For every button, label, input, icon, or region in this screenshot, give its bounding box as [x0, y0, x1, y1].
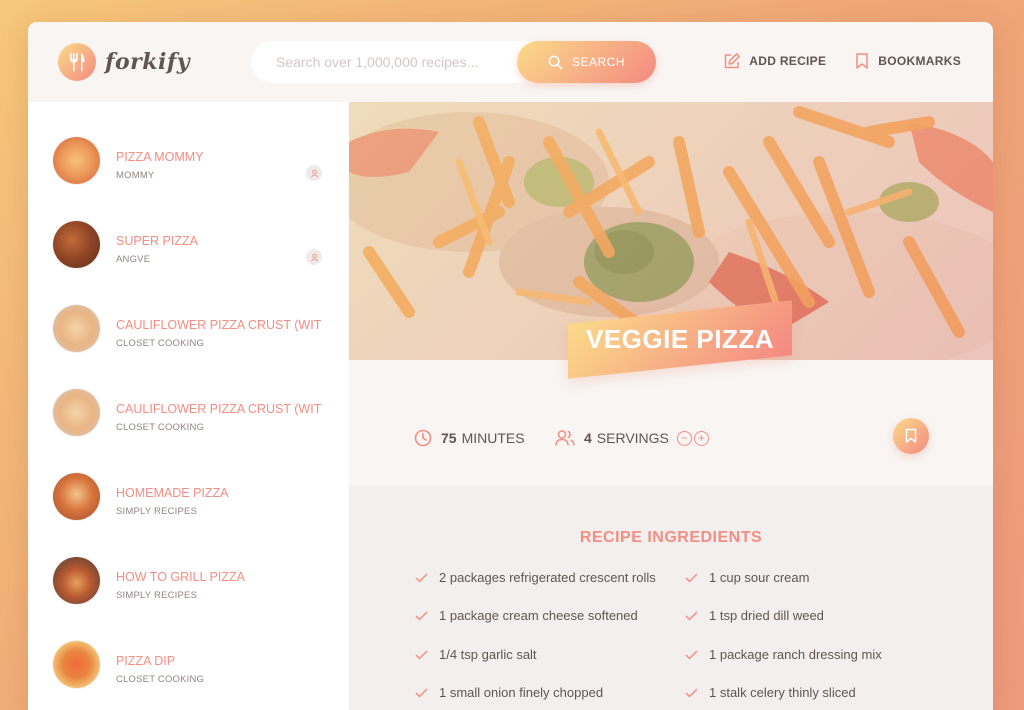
check-icon	[685, 687, 698, 698]
result-title: CAULIFLOWER PIZZA CRUST (WIT...	[116, 318, 321, 332]
result-item[interactable]: PIZZA DIP CLOSET COOKING	[28, 623, 349, 707]
check-icon	[415, 649, 428, 660]
cooking-time: 75 MINUTES	[414, 429, 525, 447]
logo[interactable]: forkify	[58, 43, 190, 81]
app-container: forkify SEARCH ADD RECIPE	[28, 22, 993, 710]
add-recipe-button[interactable]: ADD RECIPE	[723, 52, 826, 70]
recipe-ingredients: RECIPE INGREDIENTS 2 packages refrigerat…	[349, 486, 993, 710]
search-button-label: SEARCH	[571, 55, 625, 69]
result-publisher: SIMPLY RECIPES	[116, 590, 198, 601]
search-results: PIZZA MOMMY MOMMY SUPER PIZZA ANGVE CAUL…	[28, 102, 349, 710]
users-icon	[555, 430, 575, 446]
ingredient-item: 1/4 tsp garlic salt	[415, 647, 537, 662]
increase-servings-icon[interactable]: +	[693, 430, 709, 446]
result-item[interactable]: HOW TO GRILL PIZZA SIMPLY RECIPES	[28, 539, 349, 623]
search-button[interactable]: SEARCH	[517, 41, 656, 83]
decrease-servings-icon[interactable]: −	[676, 430, 692, 446]
recipe-thumbnail	[53, 641, 100, 688]
result-title: HOMEMADE PIZZA	[116, 486, 229, 500]
bookmarks-button[interactable]: BOOKMARKS	[854, 52, 961, 70]
recipe-thumbnail	[53, 305, 100, 352]
bookmark-icon	[905, 428, 917, 443]
bookmarks-label: BOOKMARKS	[878, 54, 961, 68]
result-title: HOW TO GRILL PIZZA	[116, 570, 245, 584]
check-icon	[415, 610, 428, 621]
bookmark-icon	[856, 53, 869, 69]
ingredient-item: 1 package ranch dressing mix	[685, 647, 882, 662]
ingredients-heading: RECIPE INGREDIENTS	[579, 529, 763, 546]
servings: 4 SERVINGS − +	[555, 429, 711, 447]
edit-icon	[725, 53, 741, 69]
user-generated-icon	[306, 249, 322, 265]
ingredient-item: 2 packages refrigerated crescent rolls	[415, 570, 656, 585]
recipe-view: VEGGIE PIZZA 75 MINUTES 4 SERVINGS − + R…	[349, 102, 993, 710]
result-item[interactable]: CAULIFLOWER PIZZA CRUST (WIT... CLOSET C…	[28, 287, 349, 371]
servings-unit: SERVINGS	[596, 430, 669, 446]
result-publisher: CLOSET COOKING	[116, 674, 205, 685]
logo-text: forkify	[105, 49, 191, 75]
result-item[interactable]: SUPER PIZZA ANGVE	[28, 203, 349, 287]
search-input[interactable]	[276, 54, 516, 70]
result-item[interactable]: HOMEMADE PIZZA SIMPLY RECIPES	[28, 455, 349, 539]
user-generated-icon	[306, 165, 322, 181]
result-publisher: ANGVE	[116, 254, 151, 265]
servings-value: 4	[584, 430, 592, 446]
check-icon	[415, 687, 428, 698]
check-icon	[685, 572, 698, 583]
recipe-thumbnail	[53, 473, 100, 520]
ingredient-item: 1 stalk celery thinly sliced	[685, 685, 856, 700]
recipe-details: 75 MINUTES 4 SERVINGS − +	[349, 360, 993, 486]
result-publisher: SIMPLY RECIPES	[116, 506, 198, 517]
bookmark-recipe-button[interactable]	[893, 418, 929, 454]
result-title: CAULIFLOWER PIZZA CRUST (WIT...	[116, 402, 321, 416]
recipe-thumbnail	[53, 557, 100, 604]
minutes-unit: MINUTES	[461, 430, 525, 446]
result-publisher: CLOSET COOKING	[116, 338, 205, 349]
result-publisher: MOMMY	[116, 170, 155, 181]
check-icon	[685, 610, 698, 621]
result-title: PIZZA MOMMY	[116, 150, 204, 164]
recipe-thumbnail	[53, 221, 100, 268]
recipe-thumbnail	[53, 137, 100, 184]
recipe-title: VEGGIE PIZZA	[586, 324, 775, 354]
result-title: PIZZA DIP	[116, 654, 176, 668]
search-form: SEARCH	[251, 41, 656, 83]
result-publisher: CLOSET COOKING	[116, 422, 205, 433]
search-icon	[548, 55, 563, 69]
ingredient-item: 1 tsp dried dill weed	[685, 608, 824, 623]
result-item[interactable]: PIZZA MOMMY MOMMY	[28, 119, 349, 203]
result-item[interactable]: CAULIFLOWER PIZZA CRUST (WIT... CLOSET C…	[28, 371, 349, 455]
header: forkify SEARCH ADD RECIPE	[28, 22, 993, 102]
fork-knife-icon	[58, 43, 96, 81]
ingredient-item: 1 package cream cheese softened	[415, 608, 638, 623]
nav: ADD RECIPE BOOKMARKS	[695, 52, 961, 70]
recipe-thumbnail	[53, 389, 100, 436]
clock-icon	[414, 429, 432, 447]
result-title: SUPER PIZZA	[116, 234, 198, 248]
ingredient-item: 1 small onion finely chopped	[415, 685, 603, 700]
check-icon	[685, 649, 698, 660]
check-icon	[415, 572, 428, 583]
add-recipe-label: ADD RECIPE	[749, 54, 827, 68]
ingredient-item: 1 cup sour cream	[685, 570, 809, 585]
minutes-value: 75	[441, 430, 457, 446]
